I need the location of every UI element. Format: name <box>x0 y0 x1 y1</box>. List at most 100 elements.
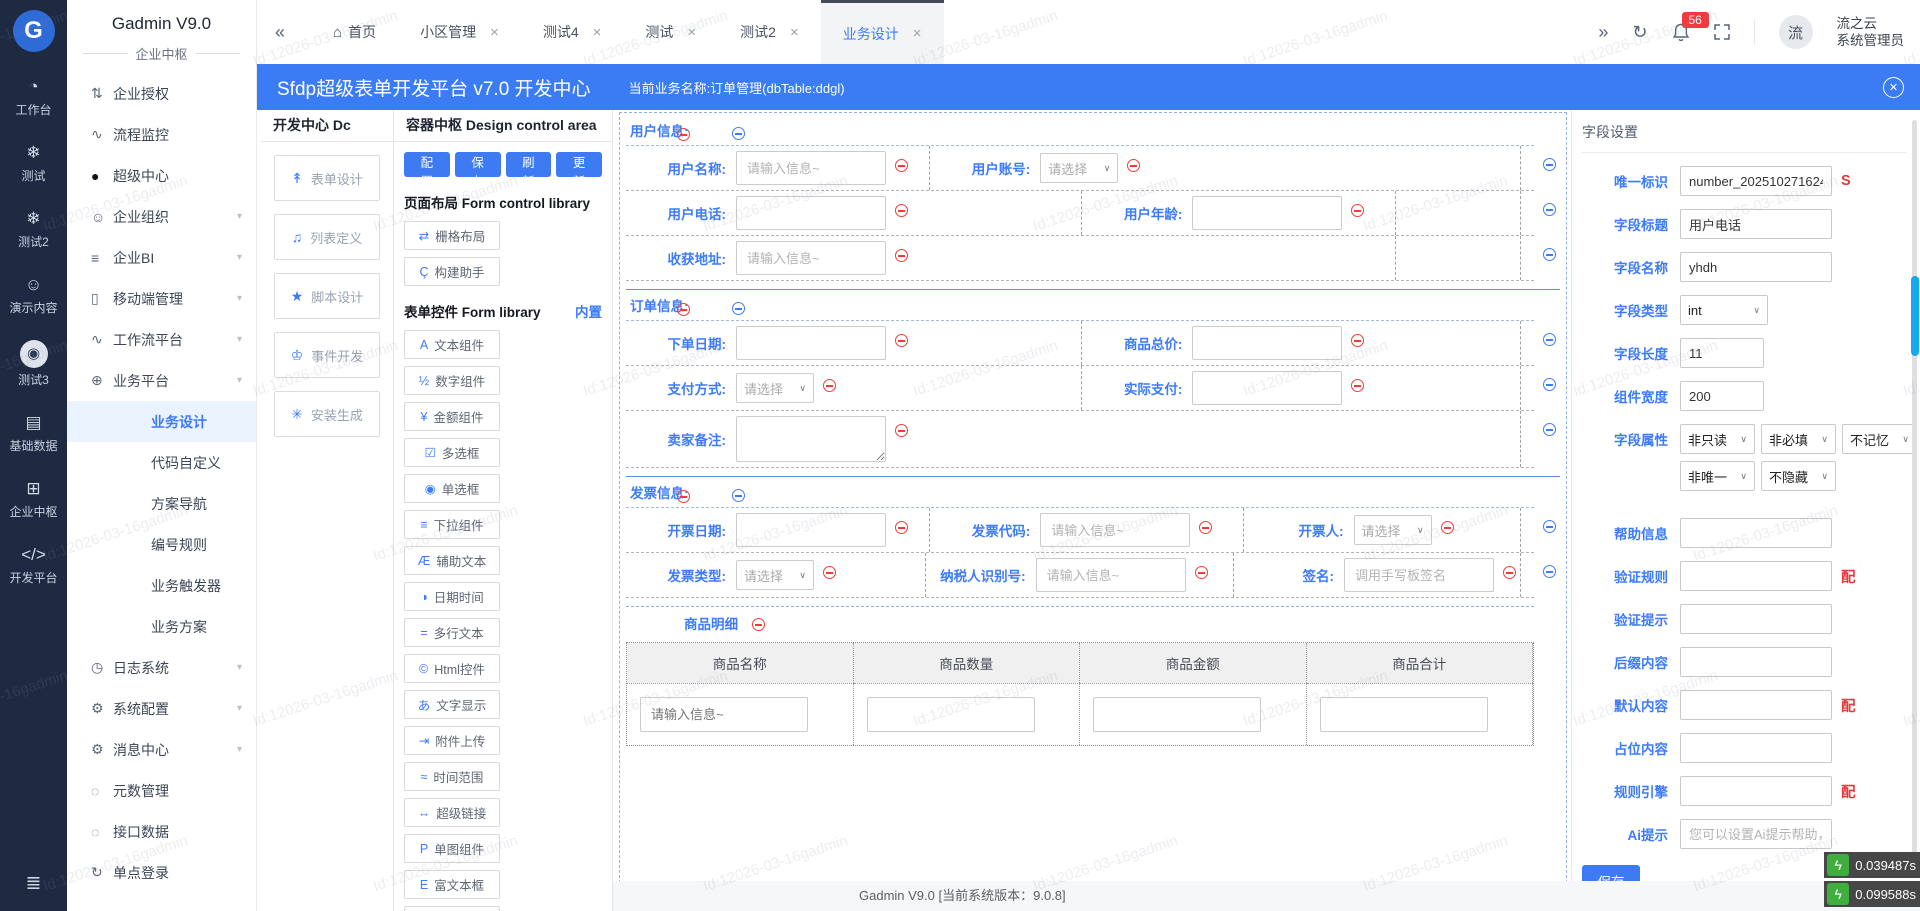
layout-item[interactable]: Ç 构建助手 <box>404 257 500 286</box>
delete-row-icon[interactable] <box>1543 423 1556 436</box>
component-item[interactable]: = 多行文本 <box>404 618 500 647</box>
sidebar-item[interactable]: ⚙ 系统配置 <box>67 688 256 729</box>
component-item[interactable]: ≡ 下拉组件 <box>404 510 500 539</box>
config-link[interactable]: S <box>1841 173 1851 189</box>
delete-field-icon[interactable] <box>895 334 908 347</box>
delete-field-icon[interactable] <box>1351 334 1365 347</box>
table-cell-input[interactable] <box>1093 697 1261 732</box>
app-logo-icon[interactable]: G <box>12 10 55 52</box>
settings-select[interactable]: int ∨ <box>1680 295 1768 325</box>
tab[interactable]: 测试 × <box>623 0 718 64</box>
delete-field-icon[interactable] <box>895 204 908 217</box>
config-link[interactable]: 配 <box>1841 781 1856 802</box>
sidebar-item[interactable]: 业务触发器 <box>67 565 256 606</box>
component-item[interactable]: Æ 辅助文本 <box>404 546 500 575</box>
sidebar-item[interactable]: ∿ 工作流平台 <box>67 319 256 360</box>
settings-input[interactable] <box>1680 819 1832 849</box>
dev-center-button[interactable]: ♔ 事件开发 <box>274 332 380 378</box>
delete-row-icon[interactable] <box>1543 520 1556 533</box>
save-button[interactable]: 保存 <box>1582 865 1640 881</box>
settings-input[interactable] <box>1680 776 1832 806</box>
delete-row-icon[interactable] <box>732 489 746 502</box>
panel-scrollbar[interactable] <box>1912 120 1917 871</box>
delete-section-icon[interactable] <box>676 303 690 316</box>
component-item[interactable]: A 文本组件 <box>404 330 500 359</box>
sidebar-item[interactable]: 编号规则 <box>67 524 256 565</box>
settings-input[interactable] <box>1680 209 1832 239</box>
tab[interactable]: 测试2 × <box>718 0 821 64</box>
component-item[interactable]: E 富文本框 <box>404 870 500 899</box>
field-input[interactable] <box>1035 558 1186 592</box>
sidebar-item[interactable]: ≡ 企业BI <box>67 237 256 278</box>
attribute-select[interactable]: 非只读 ∨ <box>1680 424 1755 454</box>
config-link[interactable]: 配 <box>1841 695 1856 716</box>
settings-input[interactable] <box>1680 252 1832 282</box>
rail-item[interactable]: ▤ 基础数据 <box>0 412 67 454</box>
delete-table-icon[interactable] <box>752 618 766 631</box>
attribute-select[interactable]: 非必填 ∨ <box>1761 424 1836 454</box>
component-item[interactable]: ◉ 单选框 <box>404 474 500 503</box>
attribute-select[interactable]: 不记忆 ∨ <box>1842 424 1917 454</box>
rail-item[interactable]: ❄ 测试 <box>0 142 67 184</box>
tab-close-icon[interactable]: × <box>913 25 922 42</box>
field-input[interactable] <box>1192 326 1343 360</box>
delete-field-icon[interactable] <box>1503 566 1516 579</box>
field-input[interactable] <box>736 513 886 547</box>
component-item[interactable]: ⇥ 附件上传 <box>404 726 500 755</box>
tab-close-icon[interactable]: × <box>790 24 799 41</box>
toolbar-action-button[interactable]: 保存 <box>454 152 501 189</box>
sidebar-item[interactable]: ⚙ 消息中心 <box>67 729 256 770</box>
component-item[interactable]: ¥ 金额组件 <box>404 402 500 431</box>
dev-center-button[interactable]: ♫ 列表定义 <box>274 214 380 260</box>
delete-row-icon[interactable] <box>1543 333 1556 346</box>
field-select[interactable]: 请选择 ∨ <box>1040 153 1119 183</box>
layout-item[interactable]: ⇄ 栅格布局 <box>404 221 500 250</box>
field-input[interactable] <box>736 196 886 230</box>
table-cell-input[interactable] <box>866 697 1035 732</box>
delete-field-icon[interactable] <box>1199 521 1213 534</box>
component-item[interactable]: ◑ 日期时间 <box>404 582 500 611</box>
dev-center-button[interactable]: ↟ 表单设计 <box>274 155 380 201</box>
dev-center-button[interactable]: ★ 脚本设计 <box>274 273 380 319</box>
sidebar-item[interactable]: 业务方案 <box>67 606 256 647</box>
delete-field-icon[interactable] <box>895 249 908 262</box>
delete-row-icon[interactable] <box>732 127 746 140</box>
sidebar-item[interactable]: ⊕ 业务平台 <box>67 360 256 401</box>
toolbar-action-button[interactable]: 配置 <box>404 152 450 189</box>
component-item[interactable]: P 单图组件 <box>404 834 500 863</box>
rail-item[interactable]: ◔ 工作台 <box>0 76 67 118</box>
delete-field-icon[interactable] <box>1194 566 1208 579</box>
sidebar-item[interactable]: ▯ 移动端管理 <box>67 278 256 319</box>
rail-item[interactable]: ◉ 测试3 <box>0 340 67 388</box>
delete-field-icon[interactable] <box>895 424 908 437</box>
settings-input[interactable] <box>1680 604 1832 634</box>
sidebar-item[interactable]: ↻ 单点登录 <box>67 852 256 893</box>
delete-field-icon[interactable] <box>895 521 908 534</box>
settings-input[interactable] <box>1680 561 1832 591</box>
field-select[interactable]: 请选择 ∨ <box>736 373 814 403</box>
sidebar-item[interactable]: ● 超级中心 <box>67 155 256 196</box>
delete-field-icon[interactable] <box>823 566 836 579</box>
delete-row-icon[interactable] <box>1543 203 1556 216</box>
field-input[interactable] <box>1344 558 1494 592</box>
component-item[interactable]: ≈ 时间范围 <box>404 762 500 791</box>
delete-field-icon[interactable] <box>823 379 836 392</box>
sidebar-item[interactable]: 代码自定义 <box>67 442 256 483</box>
field-input[interactable] <box>1192 196 1343 230</box>
tab[interactable]: ⌂ 首页 <box>311 0 398 64</box>
delete-row-icon[interactable] <box>1543 378 1556 391</box>
component-item[interactable]: ↔ 超级链接 <box>404 798 500 827</box>
component-item[interactable]: あ 文字显示 <box>404 690 500 719</box>
notification-bell-icon[interactable]: 56 <box>1672 11 1709 42</box>
table-cell-input[interactable] <box>1319 697 1488 732</box>
settings-input[interactable] <box>1680 166 1832 196</box>
field-textarea[interactable] <box>736 416 886 462</box>
delete-field-icon[interactable] <box>1440 521 1454 534</box>
refresh-icon[interactable]: ↻ <box>1632 22 1647 43</box>
field-select[interactable]: 请选择 ∨ <box>736 560 814 590</box>
designer-close-icon[interactable]: ✕ <box>1883 76 1904 98</box>
settings-input[interactable] <box>1680 690 1832 720</box>
user-avatar[interactable]: 流 <box>1778 15 1813 49</box>
config-link[interactable]: 配 <box>1841 566 1856 587</box>
attribute-select[interactable]: 不隐藏 ∨ <box>1761 461 1836 491</box>
